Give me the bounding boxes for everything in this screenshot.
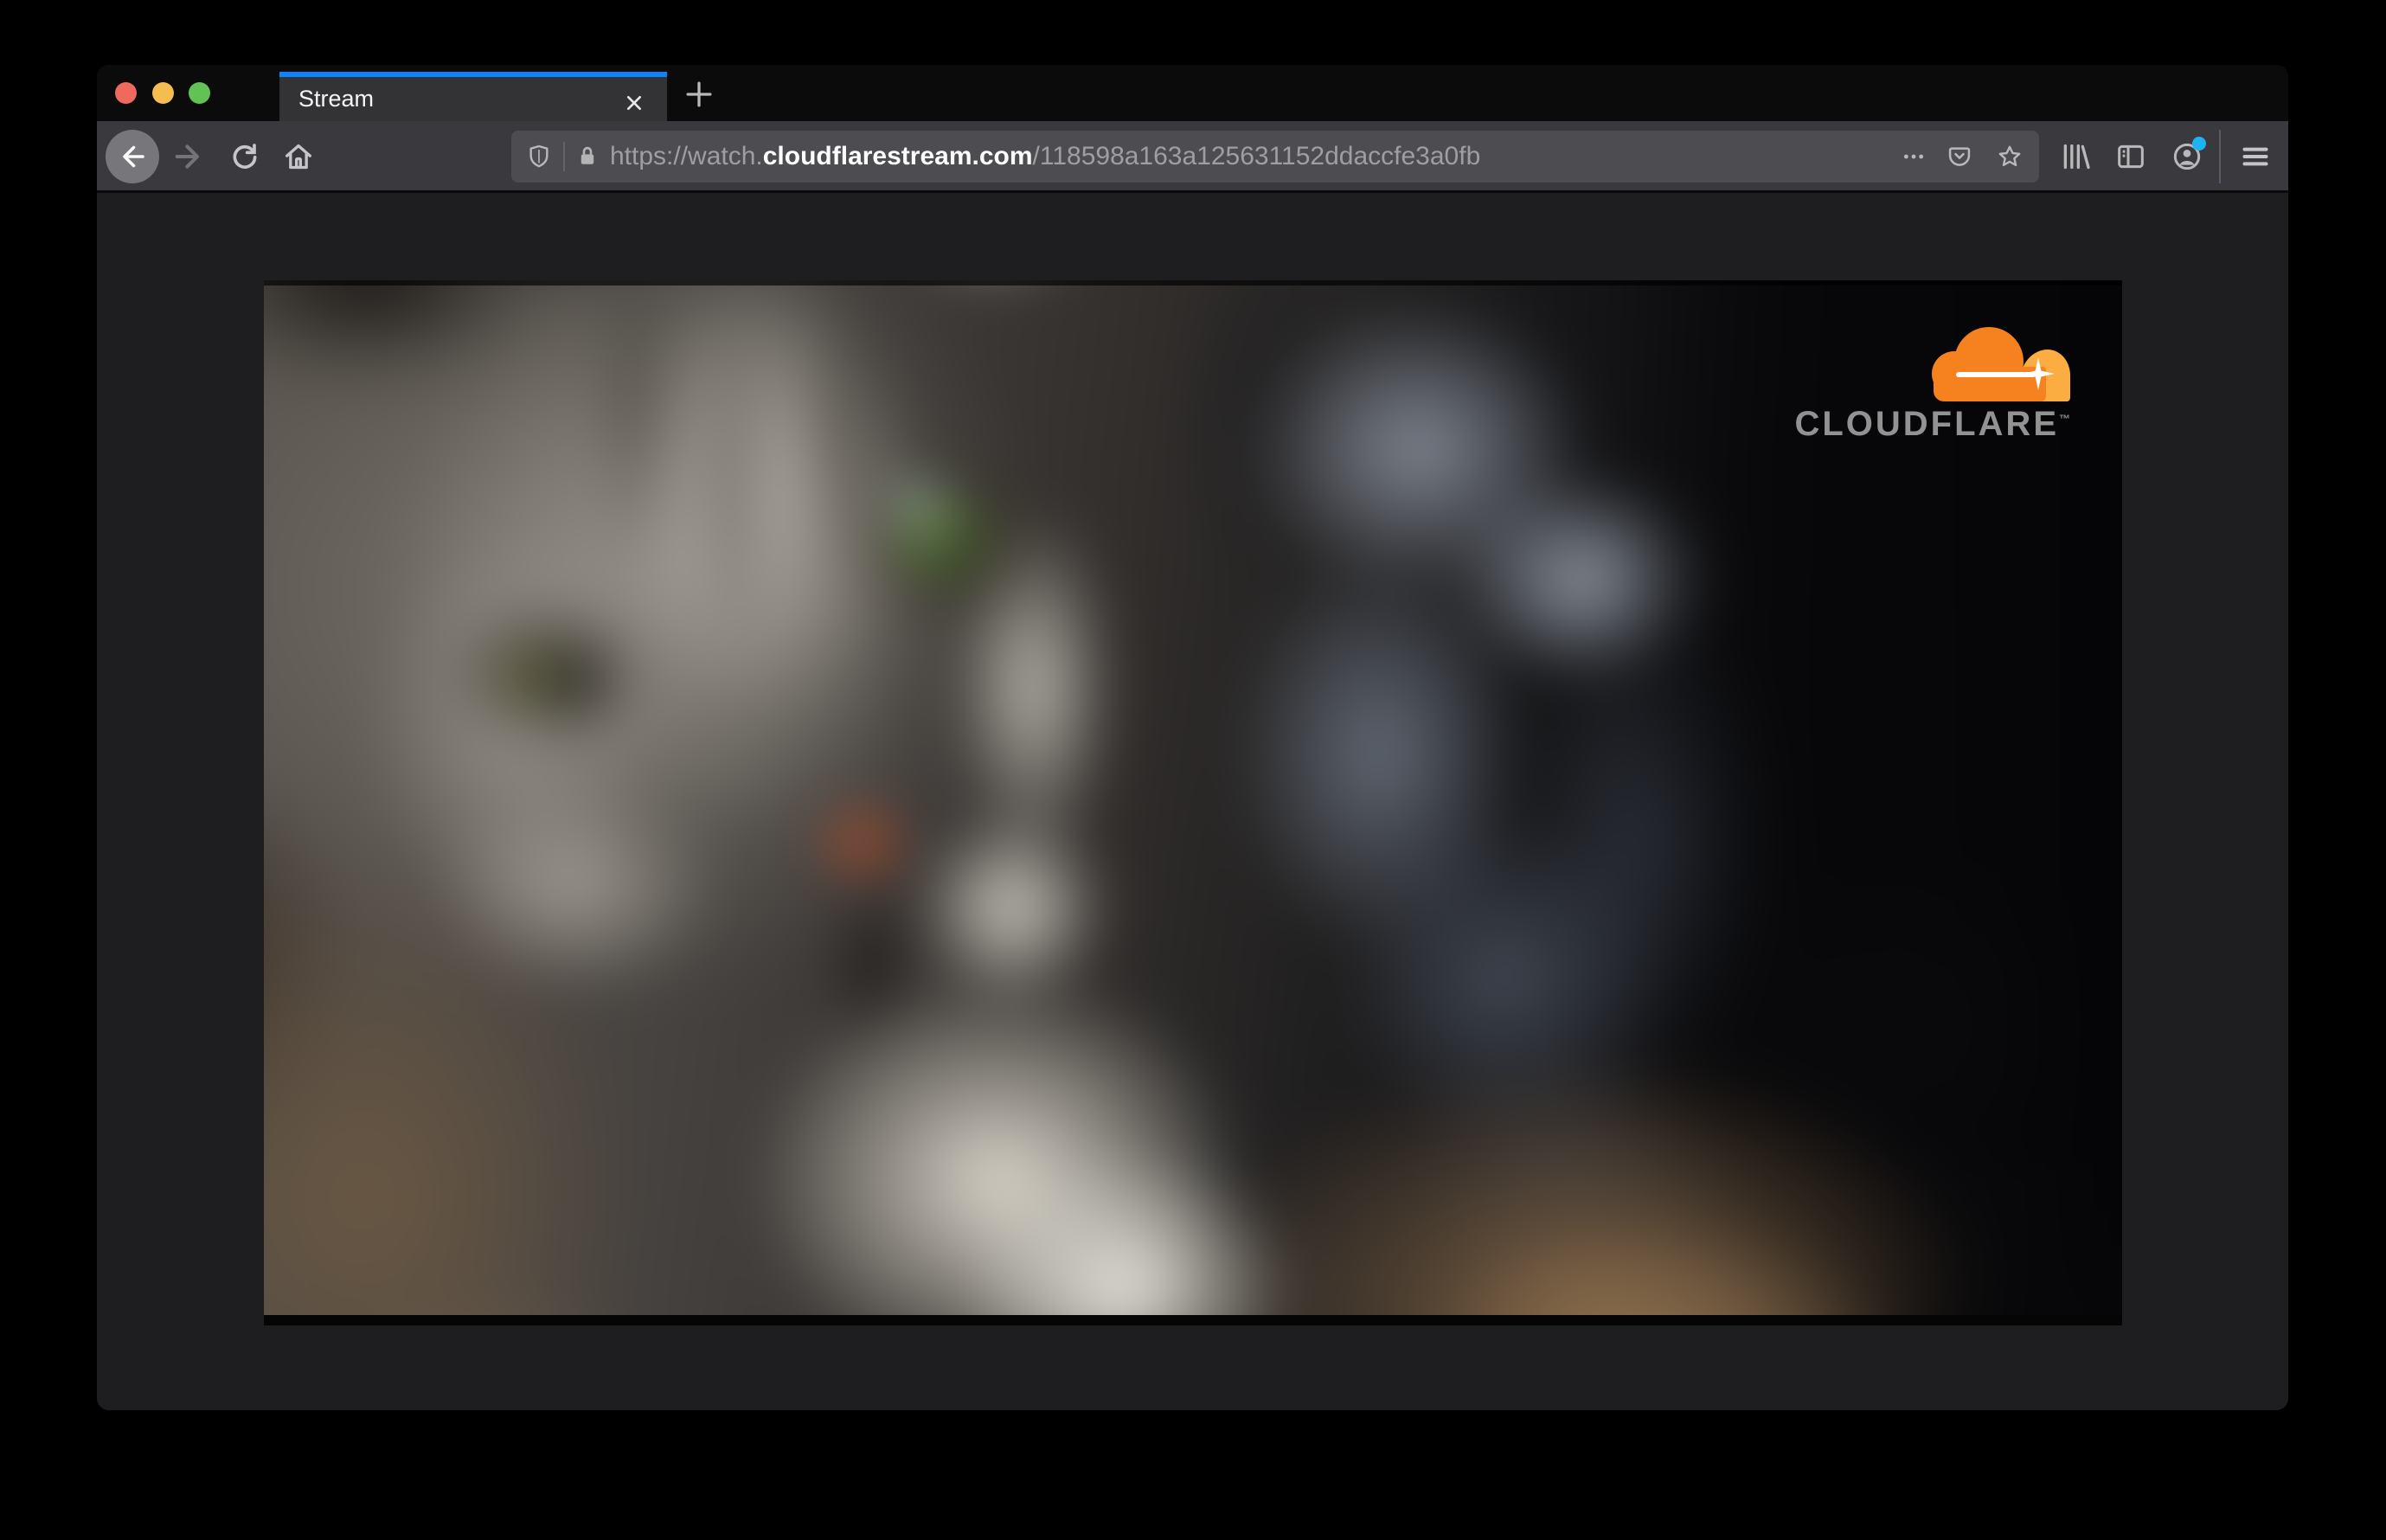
close-window-icon[interactable] xyxy=(115,82,137,104)
url-text: https://watch.cloudflarestream.com/11859… xyxy=(610,131,1480,183)
back-button[interactable] xyxy=(106,130,159,183)
cloudflare-logo: CLOUDFLARE™ xyxy=(1785,327,2070,443)
minimize-window-icon[interactable] xyxy=(152,82,174,104)
toolbar-divider xyxy=(2219,130,2221,183)
bookmark-star-icon[interactable] xyxy=(1996,143,2024,170)
lock-icon[interactable] xyxy=(574,143,601,170)
url-scheme: https://watch. xyxy=(610,142,763,170)
tracking-protection-shield-icon[interactable] xyxy=(525,143,553,170)
sparkle-trail xyxy=(1956,372,2036,377)
hamburger-menu-icon[interactable] xyxy=(2238,139,2273,174)
forward-button[interactable] xyxy=(171,139,206,174)
tab-title: Stream xyxy=(298,86,375,112)
cloudflare-wordmark: CLOUDFLARE™ xyxy=(1794,405,2070,443)
urlbar-divider xyxy=(563,142,565,171)
close-tab-icon[interactable] xyxy=(620,89,648,117)
zoom-window-icon[interactable] xyxy=(189,82,210,104)
home-button[interactable] xyxy=(281,139,316,174)
tab-stream[interactable]: Stream xyxy=(279,72,667,121)
account-icon[interactable] xyxy=(2170,137,2206,174)
account-notification-dot xyxy=(2192,137,2206,151)
address-bar[interactable]: https://watch.cloudflarestream.com/11859… xyxy=(511,131,2039,183)
page-actions-ellipsis-icon[interactable] xyxy=(1900,143,1927,170)
cloudflare-cloud-icon xyxy=(1932,327,2070,401)
pocket-icon[interactable] xyxy=(1946,143,1973,170)
video-letterbox-top xyxy=(264,280,2122,286)
page-content: CLOUDFLARE™ xyxy=(97,193,2288,1410)
video-letterbox-bottom xyxy=(264,1315,2122,1325)
reload-button[interactable] xyxy=(228,139,262,174)
url-path: /118598a163a125631152ddaccfe3a0fb xyxy=(1032,142,1481,170)
trademark-symbol: ™ xyxy=(2059,412,2070,426)
tab-bar: Stream xyxy=(97,65,2288,121)
browser-window: Stream https://watch.cloudflarestream.co… xyxy=(97,65,2288,1410)
navigation-toolbar: https://watch.cloudflarestream.com/11859… xyxy=(97,121,2288,193)
new-tab-button[interactable] xyxy=(680,75,718,113)
library-icon[interactable] xyxy=(2058,139,2093,174)
sidebar-icon[interactable] xyxy=(2113,139,2148,174)
url-domain: cloudflarestream.com xyxy=(762,142,1033,170)
video-player[interactable]: CLOUDFLARE™ xyxy=(264,280,2122,1325)
